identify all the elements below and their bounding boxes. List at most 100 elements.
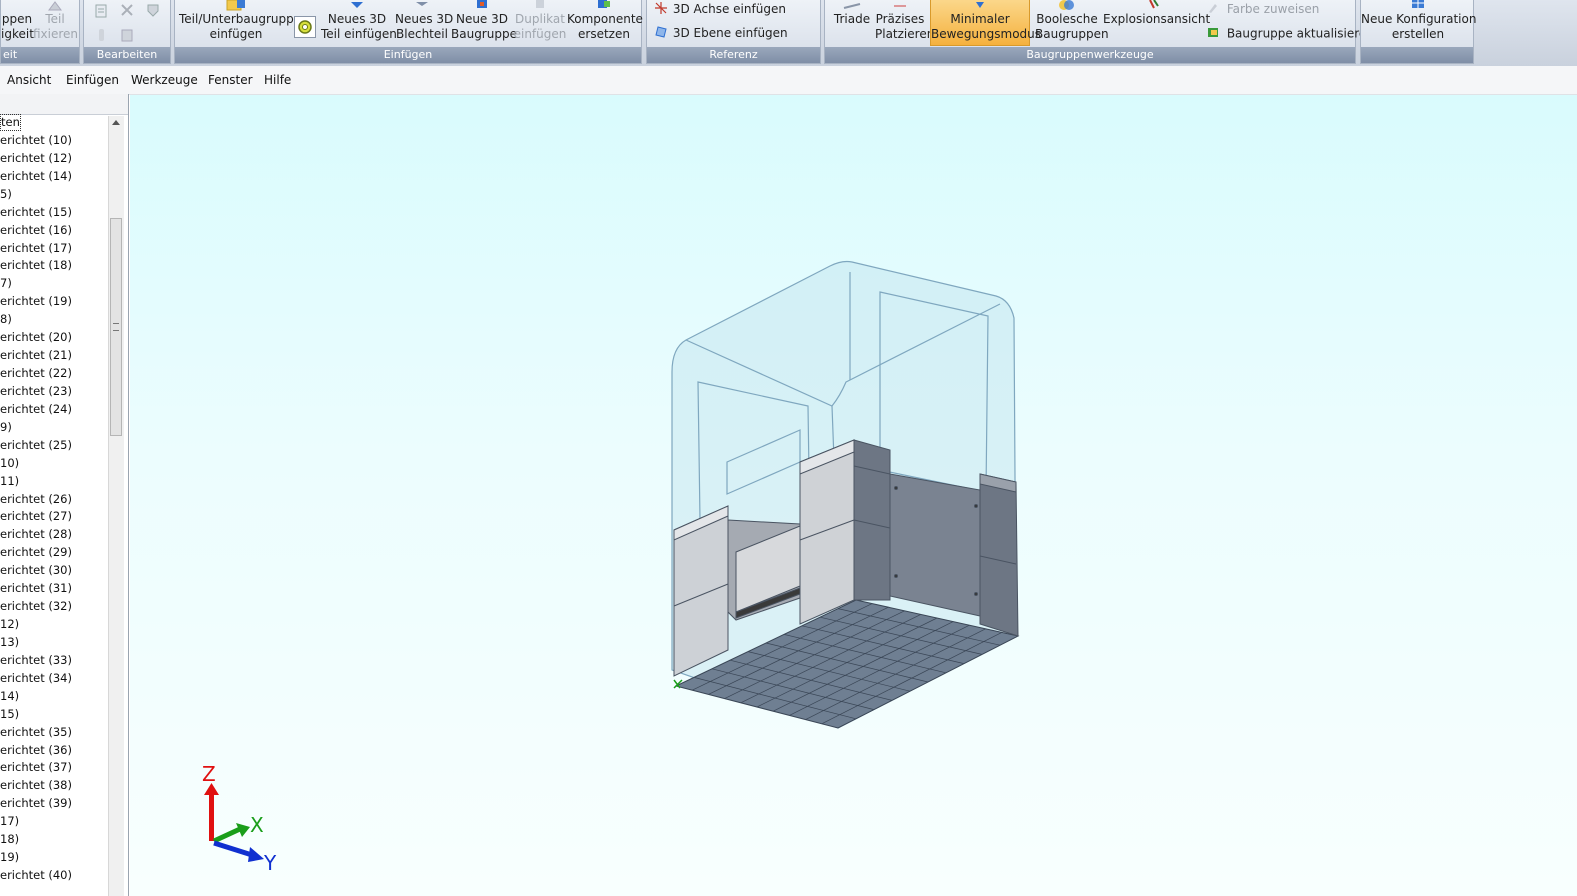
ribbon-group-label: Einfügen [175,47,641,63]
tree-item[interactable]: erichtet (10) [0,132,72,149]
tree-item[interactable]: erichtet (33) [0,652,72,669]
tree-item[interactable]: erichtet (19) [0,293,72,310]
ribbon-group-label: Bearbeiten [84,47,170,63]
tree-item[interactable]: erichtet (18) [0,257,72,274]
tree-item[interactable]: erichtet (12) [0,150,72,167]
new-3d-part-button[interactable]: Neues 3D Teil einfügen [321,0,397,42]
triad-z-label: Z [202,765,216,786]
tree-item[interactable]: erichtet (15) [0,204,72,221]
shield-icon[interactable] [146,3,160,20]
grip-icon [113,323,119,331]
coordinate-triad: Z X Y [202,765,277,875]
menu-window[interactable]: Fenster [208,73,253,87]
tree-item[interactable]: 8) [0,311,12,328]
3d-viewport[interactable]: Z X Y [130,95,1577,896]
tree-item[interactable]: erichtet (24) [0,401,72,418]
tree-item[interactable]: 11) [0,473,19,490]
ribbon-group-label: Referenz [647,47,820,63]
tree-item[interactable]: 13) [0,634,19,651]
tree-item[interactable]: erichtet (29) [0,544,72,561]
tree-item[interactable]: erichtet (36) [0,742,72,759]
assign-color-button[interactable]: Farbe zuweisen [1207,2,1319,17]
3d-model-view [671,260,1020,729]
copy-icon[interactable] [94,3,108,22]
hand-icon[interactable] [96,28,108,45]
tree-item[interactable]: erichtet (40) [0,867,72,884]
delete-icon[interactable] [120,3,134,20]
tree-item[interactable]: 15) [0,706,19,723]
menu-bar: Ansicht Einfügen Werkzeuge Fenster Hilfe [0,66,1577,95]
gear-icon[interactable] [294,16,316,38]
tree-item[interactable]: ten [0,114,21,131]
tree-item[interactable]: erichtet (17) [0,240,72,257]
tree-item[interactable]: erichtet (28) [0,526,72,543]
tree-item[interactable]: erichtet (14) [0,168,72,185]
new-configuration-button[interactable]: Neue Konfiguration erstellen [1361,0,1476,42]
tree-header [0,94,128,115]
new-3d-sheetmetal-button[interactable]: Neues 3D Blechteil [395,0,453,42]
tree-item[interactable]: erichtet (35) [0,724,72,741]
duplicate-icon [513,0,567,12]
tree-item[interactable]: erichtet (16) [0,222,72,239]
tree-item[interactable]: 5) [0,186,12,203]
tree-item[interactable]: erichtet (30) [0,562,72,579]
tree-item[interactable]: erichtet (37) [0,759,72,776]
tree-item[interactable]: erichtet (31) [0,580,72,597]
insert-subassembly-button[interactable]: Teil/Unterbaugruppe einfügen [179,0,301,42]
tree-item[interactable]: erichtet (22) [0,365,72,382]
triad-button[interactable]: Triade [829,0,875,27]
boolean-assembly-button[interactable]: Boolesche Baugruppen [1035,0,1109,42]
tree-item[interactable]: 14) [0,688,19,705]
menu-insert[interactable]: Einfügen [66,73,119,87]
plane-icon [655,26,669,41]
ribbon-group-assembly-tools: Triade Präzises Platzieren Minimaler Bew… [824,0,1374,64]
cube-icon [321,0,393,12]
tree-item[interactable]: 12) [0,616,19,633]
menu-view[interactable]: Ansicht [7,73,51,87]
tree-item[interactable]: erichtet (26) [0,491,72,508]
replace-component-button[interactable]: Komponente ersetzen [567,0,643,42]
update-assembly-button[interactable]: Baugruppe aktualisieren [1207,26,1374,42]
tree-scrollbar[interactable] [108,116,124,896]
tree-item[interactable]: erichtet (38) [0,777,72,794]
tree-item[interactable]: 19) [0,849,19,866]
tree-item[interactable]: erichtet (20) [0,329,72,346]
tree-item[interactable]: erichtet (32) [0,598,72,615]
replace-icon [567,0,641,12]
minimal-motion-mode-button[interactable]: Minimaler Bewegungsmodus [930,0,1041,46]
tree-item[interactable]: erichtet (23) [0,383,72,400]
menu-help[interactable]: Hilfe [264,73,291,87]
scroll-up-arrow-icon[interactable] [112,120,120,125]
tree-item[interactable]: 18) [0,831,19,848]
tree-item[interactable]: erichtet (21) [0,347,72,364]
insert-3d-axis-button[interactable]: 3D Achse einfügen [655,2,786,17]
visibility-button[interactable]: ppen igkeit [1,0,34,42]
pin-icon [33,0,77,12]
menu-tools[interactable]: Werkzeuge [131,73,198,87]
fix-part-button[interactable]: Teil fixieren [33,0,78,42]
back-panel [889,473,981,617]
ribbon: ppen igkeit Teil fixieren eit Bearbeiten [0,0,1577,67]
paste-icon[interactable] [120,28,134,45]
middle-cabinet [799,439,891,625]
tree-item[interactable]: erichtet (34) [0,670,72,687]
tree-item[interactable]: 10) [0,455,19,472]
assembly-icon [451,0,513,12]
insert-duplicate-button[interactable]: Duplikat einfügen [513,0,567,42]
sheetmetal-icon [395,0,449,12]
tree-item[interactable]: erichtet (39) [0,795,72,812]
new-3d-assembly-button[interactable]: Neue 3D Baugruppe [451,0,517,42]
tree-item[interactable]: 7) [0,275,12,292]
insert-3d-plane-button[interactable]: 3D Ebene einfügen [655,26,788,41]
triad-y-label: Y [263,851,277,875]
ribbon-group-label: Baugruppenwerkzeuge [825,47,1355,63]
tree-item[interactable]: 9) [0,419,12,436]
exploded-view-button[interactable]: Explosionsansicht [1103,0,1210,27]
tree-item[interactable]: erichtet (27) [0,508,72,525]
scrollbar-thumb[interactable] [110,218,122,436]
motion-icon [931,0,1029,12]
ribbon-group-label [1361,47,1473,63]
tree-item[interactable]: 17) [0,813,19,830]
precise-place-button[interactable]: Präzises Platzieren [875,0,934,42]
tree-item[interactable]: erichtet (25) [0,437,72,454]
